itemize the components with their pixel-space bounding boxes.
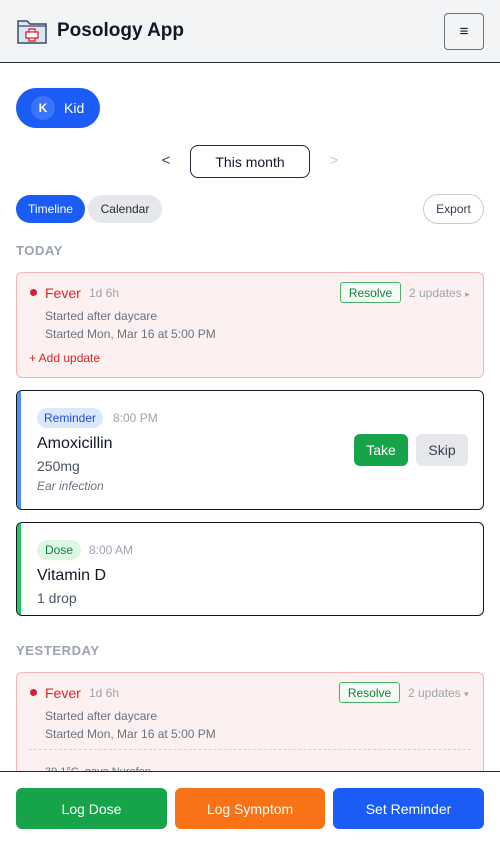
hamburger-icon: ≡ bbox=[459, 23, 469, 40]
log-symptom-button[interactable]: Log Symptom bbox=[175, 788, 325, 829]
previous-period-button[interactable]: < bbox=[156, 150, 176, 170]
tab-calendar[interactable]: Calendar bbox=[88, 195, 162, 223]
skip-button[interactable]: Skip bbox=[416, 434, 468, 466]
section-label-yesterday: YESTERDAY bbox=[16, 643, 100, 658]
bottom-action-bar: Log Dose Log Symptom Set Reminder bbox=[0, 771, 500, 844]
symptom-note: Started after daycare bbox=[45, 309, 158, 323]
caret-down-icon: ▾ bbox=[464, 689, 469, 699]
medication-dose: 250mg bbox=[37, 458, 80, 474]
symptom-start-time: Started Mon, Mar 16 at 5:00 PM bbox=[45, 327, 216, 341]
dose-time: 8:00 AM bbox=[89, 543, 134, 557]
add-update-link[interactable]: + Add update bbox=[29, 351, 100, 365]
symptom-duration: 1d 6h bbox=[89, 286, 120, 300]
next-period-button[interactable]: > bbox=[324, 150, 344, 170]
caret-right-icon: ▸ bbox=[465, 289, 470, 299]
reminder-time: 8:00 PM bbox=[113, 411, 158, 425]
symptom-name: Fever bbox=[45, 285, 81, 301]
updates-count: 2 updates bbox=[409, 286, 462, 300]
symptom-start-time: Started Mon, Mar 16 at 5:00 PM bbox=[45, 727, 216, 741]
medication-name: Vitamin D bbox=[37, 567, 107, 584]
profile-selector[interactable]: K Kid bbox=[16, 88, 100, 128]
reminder-card[interactable]: Reminder 8:00 PM Amoxicillin 250mg Ear i… bbox=[16, 390, 484, 510]
medication-reason: Ear infection bbox=[37, 479, 104, 493]
export-button[interactable]: Export bbox=[423, 194, 484, 224]
dose-card[interactable]: Dose 8:00 AM Vitamin D 1 drop bbox=[16, 522, 484, 616]
updates-toggle[interactable]: 2 updates ▸ bbox=[409, 286, 470, 300]
medication-dose: 1 drop bbox=[37, 590, 77, 606]
profile-name: Kid bbox=[64, 100, 85, 116]
symptom-card[interactable]: Fever 1d 6h Resolve 2 updates ▸ Started … bbox=[16, 272, 484, 378]
symptom-duration: 1d 6h bbox=[89, 686, 120, 700]
avatar: K bbox=[31, 96, 55, 120]
updates-toggle[interactable]: 2 updates ▾ bbox=[408, 686, 469, 700]
period-selector[interactable]: This month bbox=[190, 145, 310, 178]
reminder-badge: Reminder bbox=[37, 408, 103, 428]
divider bbox=[29, 749, 471, 750]
medication-name: Amoxicillin bbox=[37, 435, 113, 452]
folder-medical-icon bbox=[17, 20, 47, 44]
set-reminder-button[interactable]: Set Reminder bbox=[333, 788, 484, 829]
symptom-name: Fever bbox=[45, 685, 81, 701]
dose-badge: Dose bbox=[37, 540, 81, 560]
menu-button[interactable]: ≡ bbox=[444, 13, 484, 50]
resolve-button[interactable]: Resolve bbox=[340, 282, 401, 303]
app-header: Posology App ≡ bbox=[0, 0, 500, 63]
symptom-status-dot bbox=[30, 689, 37, 696]
updates-count: 2 updates bbox=[408, 686, 461, 700]
take-button[interactable]: Take bbox=[354, 434, 408, 466]
log-dose-button[interactable]: Log Dose bbox=[16, 788, 167, 829]
reminder-stripe bbox=[17, 391, 21, 509]
section-label-today: TODAY bbox=[16, 243, 64, 258]
app-title: Posology App bbox=[57, 20, 185, 41]
tab-timeline[interactable]: Timeline bbox=[16, 195, 85, 223]
dose-stripe bbox=[17, 523, 21, 615]
resolve-button[interactable]: Resolve bbox=[339, 682, 400, 703]
symptom-status-dot bbox=[30, 289, 37, 296]
symptom-note: Started after daycare bbox=[45, 709, 158, 723]
